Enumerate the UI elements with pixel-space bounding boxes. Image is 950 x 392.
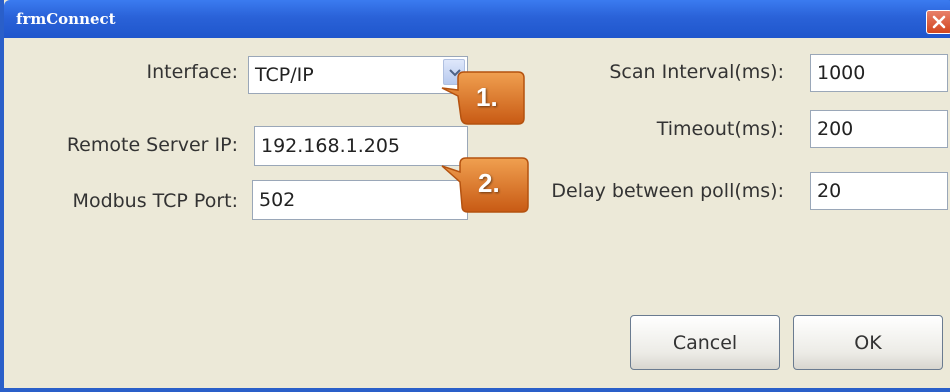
port-label: Modbus TCP Port:	[72, 190, 238, 212]
window-title: frmConnect	[16, 10, 116, 28]
interface-value: TCP/IP	[255, 64, 314, 86]
close-button[interactable]	[926, 10, 950, 34]
timeout-label: Timeout(ms):	[656, 118, 784, 140]
callout-1: 1.	[428, 68, 528, 132]
timeout-input[interactable]: 200	[810, 110, 948, 148]
delay-input[interactable]: 20	[810, 172, 948, 210]
dialog-body: Interface: TCP/IP Remote Server IP: 192.…	[8, 38, 950, 388]
frmconnect-window: frmConnect Interface: TCP/IP Remote Serv…	[0, 0, 950, 392]
close-icon	[932, 15, 946, 29]
remote-ip-label: Remote Server IP:	[66, 134, 238, 156]
title-bar[interactable]: frmConnect	[4, 0, 950, 38]
interface-label: Interface:	[146, 61, 238, 83]
scan-interval-label: Scan Interval(ms):	[609, 61, 784, 83]
callout-1-label: 1.	[476, 82, 498, 112]
scan-interval-input[interactable]: 1000	[810, 54, 948, 92]
cancel-button-label: Cancel	[672, 331, 738, 354]
callout-2-label: 2.	[478, 168, 500, 198]
scan-interval-value: 1000	[817, 62, 866, 84]
timeout-value: 200	[817, 118, 854, 140]
remote-ip-value: 192.168.1.205	[261, 135, 401, 157]
port-value: 502	[259, 189, 296, 211]
ok-button-label: OK	[854, 331, 882, 354]
callout-2: 2.	[428, 156, 532, 220]
delay-value: 20	[817, 180, 842, 202]
cancel-button[interactable]: Cancel	[630, 315, 780, 370]
delay-label: Delay between poll(ms):	[551, 180, 784, 202]
ok-button[interactable]: OK	[793, 315, 943, 370]
